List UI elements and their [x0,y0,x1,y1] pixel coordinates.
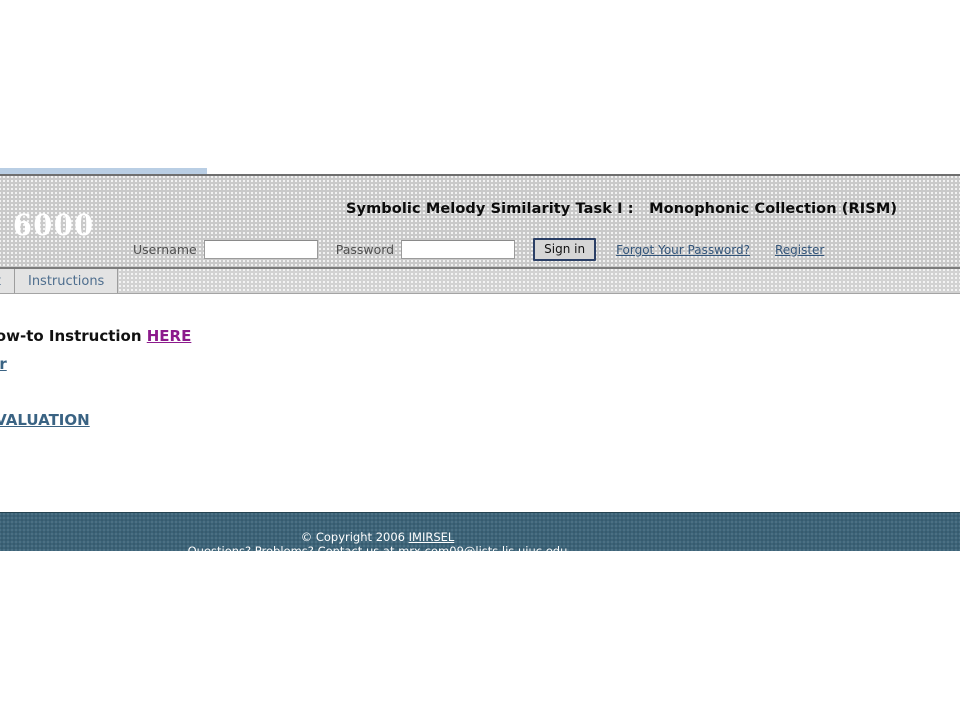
copyright-text: © Copyright 2006 [300,530,409,544]
evalutron-logo: TRON 6000 [0,208,95,242]
step-text: ead How-to Instruction [0,327,142,345]
site-header: TRON 6000 Symbolic Melody Similarity Tas… [0,176,960,269]
username-input[interactable] [203,240,318,259]
tab-label: Instructions [27,273,105,289]
copyright-line: © Copyright 2006 IMIRSEL [0,530,960,545]
imirsel-link[interactable]: IMIRSEL [409,530,455,544]
list-item: egister [0,350,960,378]
list-item: g In [0,378,960,406]
browser-page: TRON 6000 Symbolic Melody Similarity Tas… [0,0,960,720]
sign-in-button[interactable]: Sign in [533,238,597,261]
username-label: Username [133,242,197,257]
page-bottom-whitespace [0,551,960,720]
tab-label: My Assignment [0,274,1,289]
register-link[interactable]: Register [775,243,824,257]
tab-my-assignment[interactable]: My Assignment [0,269,15,293]
site-container: TRON 6000 Symbolic Melody Similarity Tas… [0,176,960,590]
login-form: Username Password Sign in Forgot Your Pa… [133,238,849,261]
tab-instructions[interactable]: Instructions [14,269,119,293]
steps-list: ead How-to Instruction HERE egister g In… [0,322,960,434]
password-input[interactable] [401,240,516,259]
register-step-link[interactable]: egister [0,355,7,373]
password-label: Password [335,242,395,257]
page-title: Symbolic Melody Similarity Task I : Mono… [346,201,898,217]
main-content: ead How-to Instruction HERE egister g In… [0,294,960,512]
tab-bar: r Selection My Assignment Instructions [0,269,960,294]
how-to-instruction-link[interactable]: HERE [147,327,192,345]
forgot-password-link[interactable]: Forgot Your Password? [616,243,750,257]
list-item: ead How-to Instruction HERE [0,322,960,350]
list-item: ART EVALUATION [0,406,960,434]
page-top-whitespace [0,0,960,168]
start-evaluation-link[interactable]: ART EVALUATION [0,411,90,429]
